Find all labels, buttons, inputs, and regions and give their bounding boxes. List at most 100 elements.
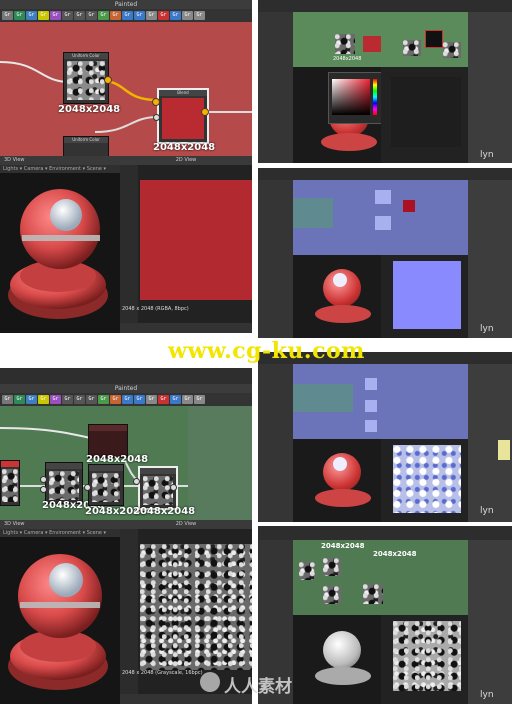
node-thumbnail [143,476,173,505]
node-resolution-label: 2048x2048 [133,506,196,517]
color-field[interactable] [332,79,370,115]
node-output-port[interactable] [104,76,112,84]
graph-node[interactable] [45,462,83,504]
graph-canvas[interactable]: 2048x2048 2048x2048 [293,540,468,615]
toolbar-chip[interactable]: Gr [110,11,121,20]
toolbar-chip[interactable]: Gr [50,11,61,20]
graph-node[interactable] [299,562,315,580]
node-port[interactable] [84,484,91,491]
material-ball-highlight [333,457,347,471]
toolbar-chip[interactable]: Gr [38,11,49,20]
toolbar-chip[interactable]: Gr [26,395,37,404]
graph-node[interactable] [365,378,377,390]
toolbar-chip[interactable]: Gr [158,11,169,20]
toolbar-chip[interactable]: Gr [26,11,37,20]
view-2d[interactable] [381,615,468,704]
toolbar-chip[interactable]: Gr [2,395,13,404]
properties-panel [468,180,512,338]
view-3d[interactable]: 3D View Lights ▾ Camera ▾ Environment ▾ … [0,156,120,333]
node-resolution-label: 2048x2048 [373,550,417,558]
toolbar-chip[interactable]: Gr [74,11,85,20]
toolbar-chip[interactable]: Gr [50,395,61,404]
view-3d-menus[interactable]: Lights ▾ Camera ▾ Environment ▾ Scene ▾ [0,529,120,537]
node-input-port[interactable] [152,98,160,106]
toolbar-chip[interactable]: Gr [98,11,109,20]
lynda-logo: lyn [480,324,494,334]
graph-node[interactable] [365,420,377,432]
node-thumbnail [67,61,105,100]
graph-node[interactable] [365,400,377,412]
node-port[interactable] [133,478,140,485]
toolbar-chip[interactable]: Gr [158,395,169,404]
graph-node[interactable] [363,36,381,52]
view-3d[interactable] [293,615,381,704]
node-port[interactable] [170,484,177,491]
graph-canvas[interactable]: Uniform Color 2048x2048 Blend 2048x2048 … [0,22,252,168]
graph-node[interactable] [375,216,391,230]
graph-node[interactable] [443,42,461,58]
toolbar-chip[interactable]: Gr [86,11,97,20]
graph-node[interactable] [403,200,415,212]
toolbar-chip[interactable]: Gr [146,395,157,404]
tooltip [498,440,510,460]
toolbar-chip[interactable]: Gr [182,395,193,404]
watermark-cn: 人人素材 [224,677,292,697]
toolbar-chip[interactable]: Gr [62,11,73,20]
hue-slider[interactable] [373,79,377,115]
toolbar-chip[interactable]: Gr [134,395,145,404]
graph-node[interactable] [403,40,421,56]
view-3d[interactable] [293,255,381,338]
graph-node[interactable] [323,558,341,576]
view-2d[interactable]: 2D View 2048 x 2048 (RGBA, 8bpc) [120,156,252,333]
graph-node[interactable] [335,34,355,54]
graph-canvas[interactable] [293,364,468,439]
toolbar-chip[interactable]: Gr [110,395,121,404]
node-port[interactable] [40,476,47,483]
thumb-panel-1: 2048x2048 lyn [258,0,512,163]
node-blend[interactable]: Blend [157,88,209,144]
toolbar-chip[interactable]: Gr [38,395,49,404]
graph-node[interactable] [323,586,341,604]
graph-canvas[interactable] [293,180,468,255]
graph-node[interactable] [375,190,391,204]
view-3d[interactable]: 3D View Lights ▾ Camera ▾ Environment ▾ … [0,520,120,704]
view-2d[interactable] [381,67,468,163]
toolbar-chip[interactable]: Gr [62,395,73,404]
graph-toolbar: Gr Gr Gr Gr Gr Gr Gr Gr Gr Gr Gr Gr Gr G… [0,9,252,22]
toolbar-chip[interactable]: Gr [146,11,157,20]
toolbar-chip[interactable]: Gr [182,11,193,20]
node-uniform-color[interactable]: Uniform Color [63,52,109,104]
node-thumbnail [92,473,120,502]
toolbar-chip[interactable]: Gr [14,11,25,20]
material-base [315,305,371,323]
view-3d-menus[interactable]: Lights ▾ Camera ▾ Environment ▾ Scene ▾ [0,165,120,173]
node-header [1,461,19,467]
node-input-port[interactable] [153,114,160,121]
properties-panel [468,540,512,704]
toolbar-chip[interactable]: Gr [86,395,97,404]
toolbar-chip[interactable]: Gr [98,395,109,404]
graph-node[interactable] [88,424,128,458]
toolbar-chip[interactable]: Gr [134,11,145,20]
view-2d[interactable] [381,439,468,522]
toolbar-chip[interactable]: Gr [122,11,133,20]
toolbar-chip[interactable]: Gr [170,11,181,20]
toolbar-chip[interactable]: Gr [170,395,181,404]
graph-node[interactable] [0,460,20,506]
toolbar-chip[interactable]: Gr [194,395,205,404]
view-3d[interactable] [293,439,381,522]
node-port[interactable] [40,486,47,493]
graph-canvas[interactable]: 2048x2048 2048x2048 2048x2048 2048x2048 [0,406,252,520]
graph-node[interactable] [425,30,443,48]
graph-node[interactable] [88,464,124,506]
toolbar-chip[interactable]: Gr [122,395,133,404]
toolbar-chip[interactable]: Gr [2,11,13,20]
toolbar-chip[interactable]: Gr [14,395,25,404]
properties-panel [468,12,512,163]
graph-node[interactable] [363,584,383,604]
graph-canvas[interactable]: 2048x2048 [293,12,468,67]
node-output-port[interactable] [201,108,209,116]
toolbar-chip[interactable]: Gr [194,11,205,20]
toolbar-chip[interactable]: Gr [74,395,85,404]
view-2d[interactable] [381,255,468,338]
